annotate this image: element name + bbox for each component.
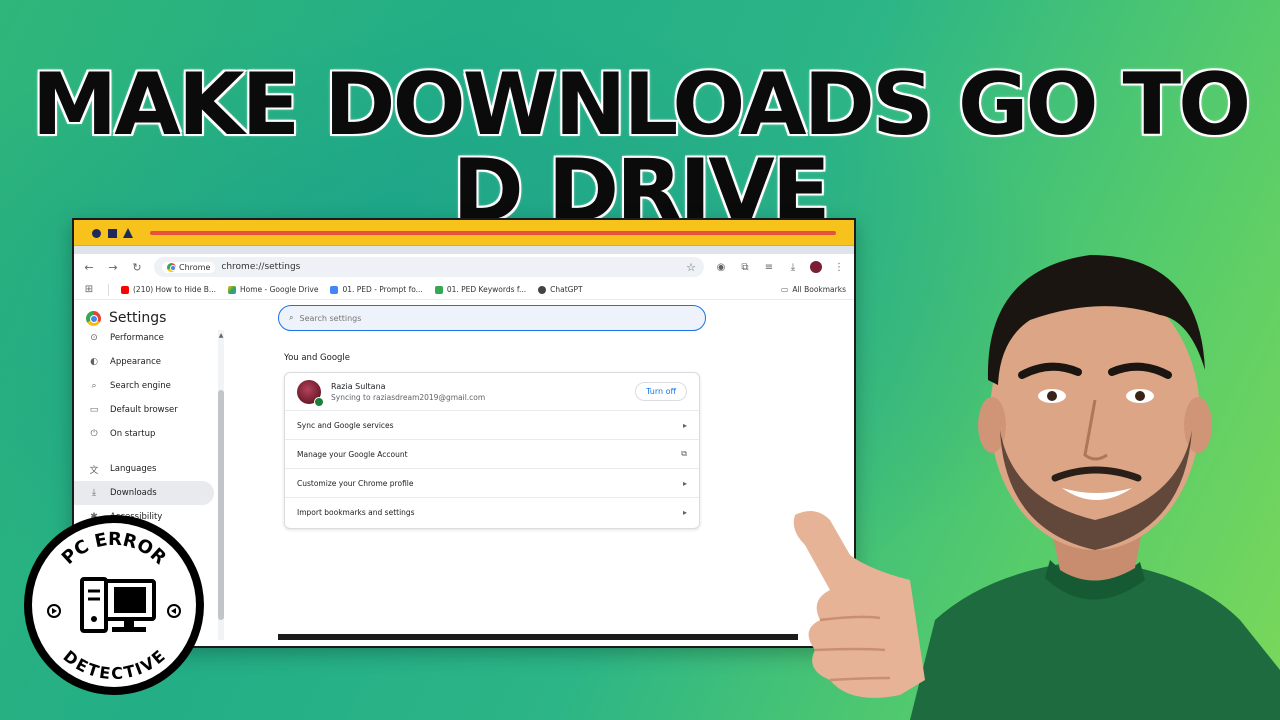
row-customize-profile[interactable]: Customize your Chrome profile ▸ — [285, 469, 699, 498]
chevron-right-icon: ▸ — [682, 478, 687, 488]
chrome-icon — [167, 262, 176, 272]
chevron-right-icon: ▸ — [682, 508, 687, 517]
sidebar-item-label: Languages — [110, 464, 157, 474]
taskbar-strip — [278, 634, 798, 640]
scroll-up-arrow-icon[interactable]: ▲ — [218, 332, 224, 339]
external-link-icon: ⧉ — [681, 449, 687, 458]
apps-grid-icon[interactable]: ⊞ — [82, 284, 96, 295]
settings-header: Settings — [86, 310, 166, 326]
row-label: Sync and Google services — [297, 420, 394, 430]
search-icon: ⌕ — [289, 313, 294, 322]
bookmark-label: ChatGPT — [550, 285, 583, 294]
bookmarks-divider — [108, 283, 109, 296]
chatgpt-icon — [538, 285, 547, 294]
row-manage-google-account[interactable]: Manage your Google Account ⧉ — [285, 440, 699, 469]
bookmark-star-icon[interactable]: ☆ — [686, 261, 696, 274]
row-label: Manage your Google Account — [297, 449, 408, 459]
sidebar-item-default-browser[interactable]: ▭ Default browser — [74, 398, 214, 422]
site-chip[interactable]: Chrome — [162, 261, 216, 273]
bookmark-item[interactable]: 01. PED Keywords f... — [434, 285, 527, 294]
search-settings-field[interactable]: ⌕ — [278, 305, 706, 331]
translate-icon: 文 — [89, 465, 99, 476]
turn-off-button[interactable]: Turn off — [635, 382, 687, 401]
google-sheets-icon — [434, 285, 443, 294]
avatar — [297, 379, 324, 407]
tab-strip — [74, 246, 854, 254]
window-titlebar — [74, 220, 854, 246]
sidebar-item-label: Appearance — [110, 357, 162, 367]
profile-info: Razia Sultana Syncing to raziasdream2019… — [331, 382, 625, 402]
you-and-google-card: Razia Sultana Syncing to raziasdream2019… — [284, 372, 700, 529]
row-label: Customize your Chrome profile — [297, 478, 414, 488]
performance-icon: ⊙ — [90, 333, 98, 343]
section-title: You and Google — [284, 353, 351, 363]
pc-error-detective-logo: PC ERROR DETECTIVE — [24, 515, 204, 695]
browser-toolbar: ← → ↻ Chrome chrome://settings ☆ ◉ ⧉ ≡ ⤓… — [74, 254, 854, 280]
power-icon: ⏻ — [90, 429, 98, 439]
bookmark-label: Home - Google Drive — [240, 285, 319, 294]
sidebar-item-label: On startup — [110, 429, 156, 439]
chrome-logo-icon — [86, 310, 101, 326]
puzzle-icon[interactable]: ⧉ — [738, 262, 752, 273]
sidebar-item-performance[interactable]: ⊙ Performance — [74, 326, 214, 350]
bookmark-label: 01. PED Keywords f... — [446, 285, 527, 294]
reload-icon[interactable]: ↻ — [130, 261, 144, 274]
sidebar-item-appearance[interactable]: ◐ Appearance — [74, 350, 214, 374]
sync-status: Syncing to raziasdream2019@gmail.com — [331, 392, 486, 402]
sidebar-item-downloads[interactable]: ⤓ Downloads — [74, 481, 214, 505]
settings-title: Settings — [109, 310, 167, 326]
bookmark-label: 01. PED - Prompt fo... — [342, 285, 423, 294]
forward-arrow-icon[interactable]: → — [106, 261, 120, 274]
sidebar-item-label: Search engine — [110, 381, 171, 391]
sidebar-item-label: Downloads — [110, 488, 157, 498]
youtube-icon — [121, 285, 129, 294]
download-icon: ⤓ — [92, 488, 96, 498]
bookmark-item[interactable]: ChatGPT — [538, 285, 583, 294]
profile-row: Razia Sultana Syncing to raziasdream2019… — [285, 373, 699, 411]
sidebar-scrollbar-thumb[interactable] — [218, 390, 224, 620]
logo-bottom-text: DETECTIVE — [60, 646, 169, 683]
row-sync-google-services[interactable]: Sync and Google services ▸ — [285, 411, 699, 440]
logo-inner: PC ERROR DETECTIVE — [32, 523, 196, 687]
titlebar-stripe — [150, 231, 836, 235]
presenter-thumbs-up-image — [793, 255, 1280, 720]
sidebar-item-label: Performance — [110, 333, 164, 343]
profile-name: Razia Sultana — [331, 381, 386, 391]
triangle-icon — [123, 228, 133, 238]
site-chip-label: Chrome — [179, 262, 211, 272]
bookmark-item[interactable]: Home - Google Drive — [228, 285, 318, 294]
row-import-bookmarks[interactable]: Import bookmarks and settings ▸ — [285, 498, 699, 527]
logo-top-text: PC ERROR — [58, 529, 170, 569]
bookmark-label: (210) How to Hide B... — [133, 285, 216, 294]
circle-icon — [92, 229, 101, 238]
browser-icon: ▭ — [89, 405, 99, 415]
google-drive-icon — [228, 285, 236, 294]
search-input[interactable] — [299, 313, 695, 323]
url-text[interactable]: chrome://settings — [221, 262, 680, 272]
back-arrow-icon[interactable]: ← — [82, 261, 96, 274]
address-bar[interactable]: Chrome chrome://settings ☆ — [154, 257, 704, 277]
sidebar-item-label: Default browser — [110, 405, 178, 415]
row-label: Import bookmarks and settings — [297, 508, 415, 517]
extension-globe-icon[interactable]: ◉ — [714, 262, 728, 273]
square-icon — [108, 229, 117, 238]
sync-icon — [314, 396, 324, 407]
palette-icon: ◐ — [90, 357, 98, 367]
sidebar-item-languages[interactable]: 文 Languages — [74, 457, 214, 481]
google-docs-icon — [330, 285, 339, 294]
bookmark-item[interactable]: 01. PED - Prompt fo... — [330, 285, 423, 294]
bookmarks-bar: ⊞ (210) How to Hide B... Home - Google D… — [74, 280, 854, 300]
sidebar-item-search-engine[interactable]: ⌕ Search engine — [74, 374, 214, 398]
sidebar-item-on-startup[interactable]: ⏻ On startup — [74, 422, 214, 446]
logo-emblem: PC ERROR DETECTIVE — [47, 529, 181, 683]
bookmark-item[interactable]: (210) How to Hide B... — [121, 285, 216, 294]
search-icon: ⌕ — [91, 381, 97, 391]
chevron-right-icon: ▸ — [682, 420, 687, 430]
